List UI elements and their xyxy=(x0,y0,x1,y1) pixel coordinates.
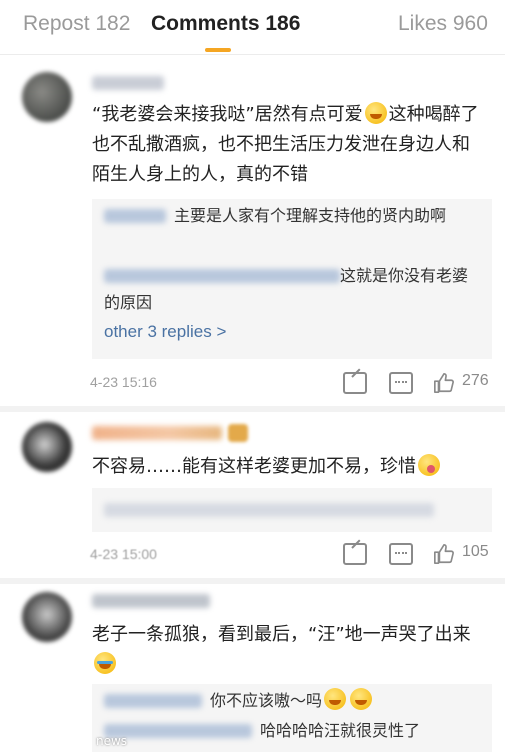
reply-box-blurred[interactable] xyxy=(92,488,492,532)
comment-item: 不容易……能有这样老婆更加不易，珍惜 4-23 15:00 105 xyxy=(0,412,505,578)
avatar[interactable] xyxy=(22,422,72,472)
crying-emoji-icon xyxy=(94,652,116,674)
comment-timestamp: 4-23 15:00 xyxy=(90,546,157,562)
watermark: news xyxy=(96,734,128,748)
tab-comments[interactable]: Comments 186 xyxy=(151,12,300,36)
blurred-reply xyxy=(104,503,434,517)
comment-tabs: Repost 182 Comments 186 Likes 960 xyxy=(0,0,505,55)
reply-text-line: 你不应该嗷～吗 xyxy=(210,687,480,714)
laugh-cry-emoji-icon xyxy=(350,688,373,710)
reply-text: 你不应该嗷～吗 xyxy=(210,691,323,710)
comment-text: 老子一条孤狼，看到最后，“汪”地一声哭了出来 xyxy=(92,620,487,680)
tongue-emoji-icon xyxy=(418,454,440,476)
laugh-cry-emoji-icon xyxy=(364,102,387,124)
tab-repost[interactable]: Repost 182 xyxy=(23,12,130,36)
reply-text: 这就是你没有老婆的原因 xyxy=(104,266,469,312)
comment-text: “我老婆会来接我哒”居然有点可爱 这种喝醉了也不乱撒酒疯，也不把生活压力发泄在身边… xyxy=(92,100,487,190)
comment-item: 老子一条孤狼，看到最后，“汪”地一声哭了出来 你不应该嗷～吗 哈哈哈哈汪就很灵性… xyxy=(0,584,505,752)
username-blurred[interactable] xyxy=(92,594,210,608)
more-replies-link[interactable]: other 3 replies > xyxy=(104,322,226,342)
comment-text-part: 不容易……能有这样老婆更加不易，珍惜 xyxy=(92,456,416,477)
thumbs-up-icon[interactable] xyxy=(433,372,455,394)
active-tab-indicator xyxy=(205,48,231,52)
reply-box[interactable]: 主要是人家有个理解支持他的贤内助啊 这就是你没有老婆的原因 other 3 re… xyxy=(92,199,492,359)
reply-username-blurred[interactable] xyxy=(104,694,202,708)
username-blurred[interactable] xyxy=(92,426,222,440)
reply-icon[interactable] xyxy=(389,372,413,394)
like-count: 105 xyxy=(462,543,489,560)
thumbs-up-icon[interactable] xyxy=(433,543,455,565)
avatar[interactable] xyxy=(22,592,72,642)
share-icon[interactable] xyxy=(343,543,367,565)
reply-icon[interactable] xyxy=(389,543,413,565)
comment-text-part: 老子一条孤狼，看到最后，“汪”地一声哭了出来 xyxy=(92,624,471,645)
reply-username-blurred[interactable] xyxy=(104,209,166,223)
reply-text: 主要是人家有个理解支持他的贤内助啊 xyxy=(174,206,447,225)
avatar[interactable] xyxy=(22,72,72,122)
reply-box[interactable]: 你不应该嗷～吗 哈哈哈哈汪就很灵性了 xyxy=(92,684,492,752)
user-badge-icon xyxy=(228,424,248,442)
comment-text-part: “我老婆会来接我哒”居然有点可爱 xyxy=(92,104,363,125)
reply-text: 哈哈哈哈汪就很灵性了 xyxy=(260,721,421,740)
comment-timestamp: 4-23 15:16 xyxy=(90,374,157,390)
like-count: 276 xyxy=(462,372,489,389)
tab-likes[interactable]: Likes 960 xyxy=(398,12,488,36)
comment-text: 不容易……能有这样老婆更加不易，珍惜 xyxy=(92,452,487,482)
share-icon[interactable] xyxy=(343,372,367,394)
laugh-cry-emoji-icon xyxy=(324,688,347,710)
username-blurred[interactable] xyxy=(92,76,164,90)
comment-item: “我老婆会来接我哒”居然有点可爱 这种喝醉了也不乱撒酒疯，也不把生活压力发泄在身边… xyxy=(0,62,505,406)
